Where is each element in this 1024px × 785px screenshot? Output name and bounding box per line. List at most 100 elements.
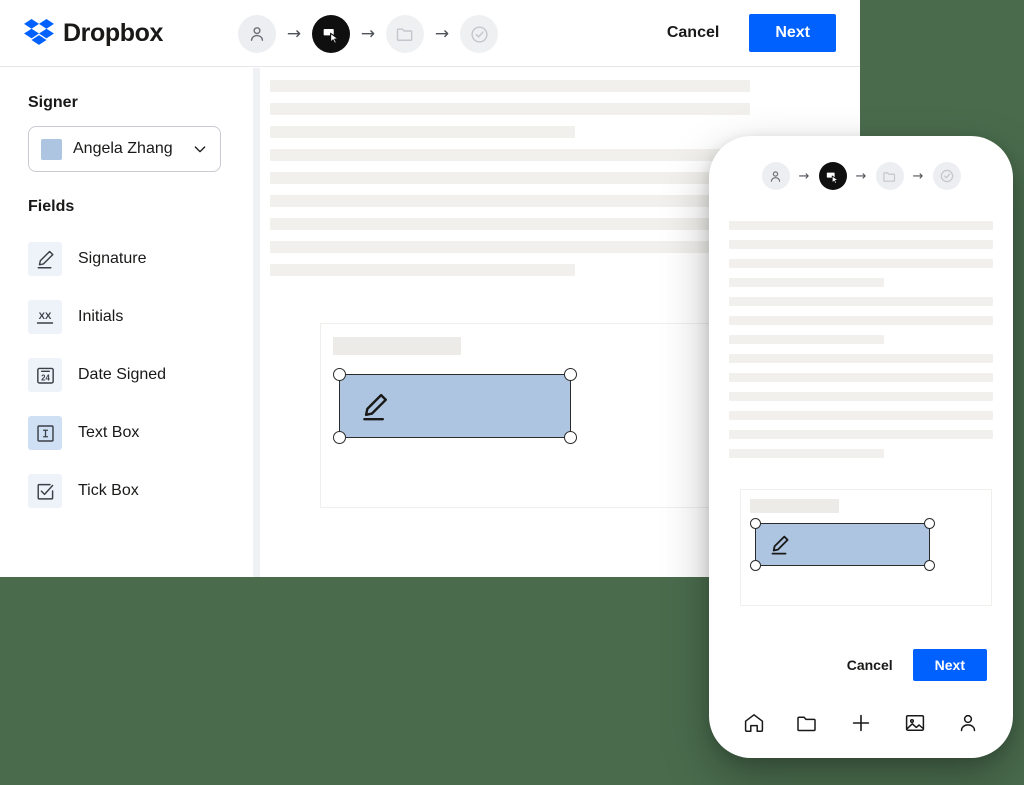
phone-step-person-icon[interactable] [761,162,790,190]
signer-heading: Signer [28,94,78,111]
doc-placeholder-line [270,218,750,230]
phone-resize-handle-bottom-right[interactable] [924,560,935,571]
field-label-tick-box: Tick Box [78,482,139,499]
field-label-signature: Signature [78,250,147,267]
screenshot-stage: Dropbox → → → Cancel Next Signer Angela … [0,0,1024,785]
person-icon [770,170,781,182]
phone-placeholder-line [729,354,993,363]
desktop-header: Dropbox → → → Cancel Next [0,0,860,67]
calendar-24-icon-box: 24 [28,358,62,392]
phone-step-check-icon[interactable] [932,162,961,190]
step-place-field-active[interactable] [312,15,350,53]
sidebar: Signer Angela Zhang Fields Signature XX … [0,68,253,577]
signer-color-swatch [41,138,62,160]
check-circle-icon [940,169,953,183]
signature-pen-icon [771,535,789,555]
account-person-icon[interactable] [956,711,980,735]
phone-cancel-button[interactable]: Cancel [841,650,899,680]
chevron-down-icon [194,146,206,153]
signer-dropdown[interactable]: Angela Zhang [28,126,221,172]
tick-box-icon [36,483,53,500]
phone-actions: Cancel Next [709,649,1013,681]
folder-icon[interactable] [795,711,819,735]
fields-heading: Fields [28,198,75,215]
dropbox-wordmark: Dropbox [63,18,163,47]
field-label-text-box: Text Box [78,424,140,441]
phone-placeholder-line [729,259,993,268]
doc-placeholder-line [270,172,750,184]
dropbox-logo-icon [24,19,54,45]
step-person-icon[interactable] [238,15,276,53]
phone-signature-field-selected[interactable] [750,518,935,571]
phone-signature-card [740,489,992,606]
doc-placeholder-line [270,264,575,276]
signature-field-selected[interactable] [333,368,577,444]
home-icon[interactable] [742,711,766,735]
dropbox-logo[interactable]: Dropbox [24,19,163,47]
phone-placeholder-line [729,449,884,458]
doc-placeholder-line [270,103,750,115]
person-icon [250,27,264,41]
phone-next-button[interactable]: Next [912,649,987,681]
text-box-icon [36,424,54,442]
resize-handle-bottom-right[interactable] [564,431,577,444]
check-circle-icon [470,25,488,43]
phone-placeholder-line [729,278,884,287]
tick-box-icon-box [28,474,62,508]
phone-resize-handle-top-right[interactable] [924,518,935,529]
initials-xx-icon-box: XX [28,300,62,334]
field-item-initials[interactable]: XX Initials [28,288,253,346]
phone-placeholder-line [729,373,993,382]
resize-handle-top-right[interactable] [564,368,577,381]
doc-placeholder-line [270,149,750,161]
phone-resize-handle-top-left[interactable] [750,518,761,529]
desktop-header-actions: Cancel Next [657,14,836,52]
phone-step-arrow-2-icon: → [855,168,867,184]
signature-pen-icon [363,393,387,421]
phone-step-folder-icon[interactable] [875,162,904,190]
phone-document-canvas[interactable] [709,216,1013,666]
svg-text:24: 24 [41,373,50,382]
signer-name-value: Angela Zhang [73,140,173,157]
field-label-date-signed: Date Signed [78,366,167,383]
signature-card-label-placeholder [333,337,461,355]
phone-signature-card-label-placeholder [750,499,839,513]
step-arrow-2-icon: → [360,23,376,44]
doc-placeholder-line [270,241,750,253]
phone-placeholder-line [729,297,993,306]
initials-xx-icon: XX [36,311,54,324]
phone-step-place-field-active[interactable] [818,162,847,190]
doc-placeholder-line [270,126,575,138]
step-folder-icon[interactable] [386,15,424,53]
field-item-tick-box[interactable]: Tick Box [28,462,253,520]
next-button[interactable]: Next [749,14,836,52]
resize-handle-bottom-left[interactable] [333,431,346,444]
calendar-24-icon: 24 [36,367,54,384]
step-check-icon[interactable] [460,15,498,53]
phone-placeholder-line [729,316,993,325]
phone-step-arrow-1-icon: → [798,168,810,184]
fields-list: Signature XX Initials 24 Date Signed Tex… [28,230,253,520]
phone-step-arrow-3-icon: → [912,168,924,184]
svg-text:XX: XX [39,311,52,322]
phone-step-indicator: → → → [709,162,1013,190]
field-item-date-signed[interactable]: 24 Date Signed [28,346,253,404]
photos-icon[interactable] [903,711,927,735]
phone-placeholder-line [729,221,993,230]
field-item-text-box[interactable]: Text Box [28,404,253,462]
phone-placeholder-line [729,240,993,249]
text-box-icon-box [28,416,62,450]
resize-handle-top-left[interactable] [333,368,346,381]
phone-bottom-nav [709,698,1013,748]
folder-icon [883,171,896,182]
phone-placeholder-line [729,411,993,420]
field-label-initials: Initials [78,308,124,325]
field-item-signature[interactable]: Signature [28,230,253,288]
plus-icon[interactable] [849,711,873,735]
doc-placeholder-line [270,195,750,207]
signature-pen-icon-box [28,242,62,276]
step-indicator: → → → [238,15,498,53]
phone-mockup: → → → Cancel Next [709,136,1013,758]
phone-resize-handle-bottom-left[interactable] [750,560,761,571]
cancel-button[interactable]: Cancel [657,15,729,51]
